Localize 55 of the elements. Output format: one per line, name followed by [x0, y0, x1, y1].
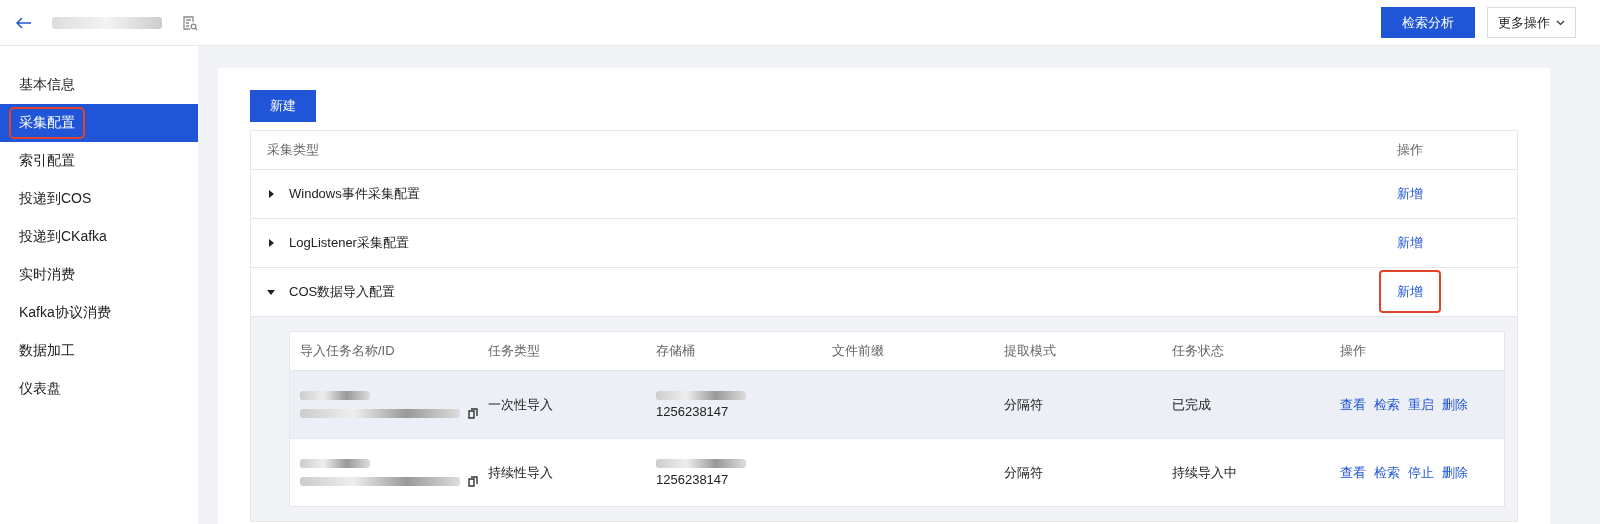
create-button[interactable]: 新建	[250, 90, 316, 122]
sidebar-item[interactable]: 仪表盘	[0, 370, 198, 408]
action-link[interactable]: 停止	[1408, 463, 1434, 482]
document-search-icon[interactable]	[182, 14, 198, 31]
column-header: 操作	[1397, 142, 1423, 157]
copy-icon[interactable]	[468, 475, 478, 487]
table-cell: 分隔符	[1004, 396, 1043, 412]
add-link[interactable]: 新增	[1379, 270, 1441, 313]
column-header: 任务状态	[1172, 343, 1224, 358]
sidebar-item[interactable]: Kafka协议消费	[0, 294, 198, 332]
action-link[interactable]: 查看	[1340, 463, 1366, 482]
column-header: 任务类型	[488, 343, 540, 358]
table-cell-text: 1256238147	[656, 471, 730, 487]
collapsed-caret-icon[interactable]	[267, 239, 275, 247]
table-cell: COS数据导入配置	[289, 283, 396, 301]
table-cell: 一次性导入	[488, 396, 553, 412]
action-link[interactable]: 删除	[1442, 395, 1468, 414]
table-row[interactable]: 一次性导入 1256238147 分隔符 已完成 查看 检索 重启 删除	[290, 371, 1504, 439]
action-link[interactable]: 重启	[1408, 395, 1434, 414]
table-cell-text: 1256238147	[656, 403, 730, 419]
add-link[interactable]: 新增	[1379, 172, 1441, 215]
back-arrow-icon[interactable]	[16, 16, 32, 29]
sidebar-item[interactable]: 采集配置	[0, 104, 198, 142]
sidebar-item[interactable]: 投递到CKafka	[0, 218, 198, 256]
column-header: 文件前缀	[832, 343, 884, 358]
table-cell: 已完成	[1172, 396, 1211, 412]
column-header: 提取模式	[1004, 343, 1056, 358]
more-actions-dropdown[interactable]: 更多操作	[1487, 7, 1576, 38]
sidebar-item[interactable]: 实时消费	[0, 256, 198, 294]
table-cell: 持续性导入	[488, 464, 553, 480]
copy-icon[interactable]	[468, 407, 478, 419]
column-header: 导入任务名称/ID	[300, 343, 395, 358]
column-header: 采集类型	[267, 141, 319, 159]
sidebar-item[interactable]: 索引配置	[0, 142, 198, 180]
action-link[interactable]: 检索	[1374, 395, 1400, 414]
sidebar-item[interactable]: 投递到COS	[0, 180, 198, 218]
action-link[interactable]: 删除	[1442, 463, 1468, 482]
sidebar-item[interactable]: 数据加工	[0, 332, 198, 370]
chevron-down-icon	[1556, 19, 1565, 26]
table-cell: 持续导入中	[1172, 464, 1237, 480]
sidebar-item[interactable]: 基本信息	[0, 66, 198, 104]
column-header: 操作	[1340, 343, 1366, 358]
action-link[interactable]: 查看	[1340, 395, 1366, 414]
table-row[interactable]: 持续性导入 1256238147 分隔符 持续导入中 查看 检索 停止 删除	[290, 439, 1504, 506]
collapsed-caret-icon[interactable]	[267, 190, 275, 198]
expanded-caret-icon[interactable]	[267, 288, 275, 296]
table-cell: LogListener采集配置	[289, 234, 409, 252]
redacted-text	[300, 458, 370, 468]
column-header: 存储桶	[656, 343, 695, 358]
redacted-text	[300, 390, 370, 400]
add-link[interactable]: 新增	[1379, 221, 1441, 264]
search-analysis-button[interactable]: 检索分析	[1381, 7, 1475, 38]
table-cell: 分隔符	[1004, 464, 1043, 480]
action-link[interactable]: 检索	[1374, 463, 1400, 482]
table-cell: Windows事件采集配置	[289, 185, 420, 203]
